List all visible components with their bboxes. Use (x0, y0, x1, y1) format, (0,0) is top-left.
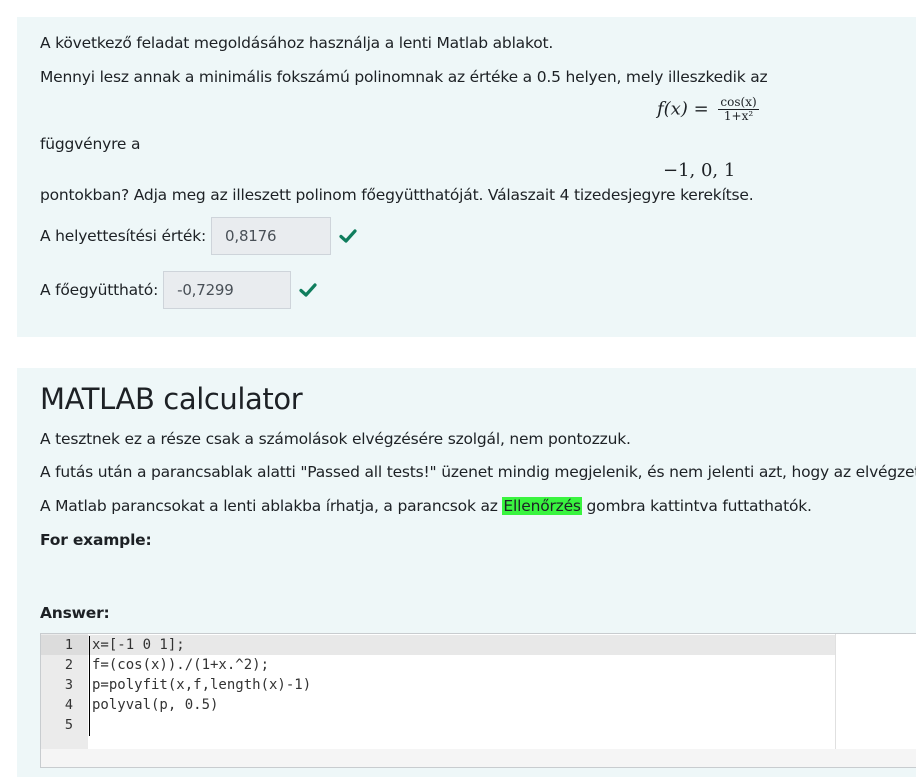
answer-row-value: A helyettesítési érték: 0,8176 (40, 216, 357, 256)
formula-denominator: 1+x² (718, 109, 759, 123)
coefficient-answer-field[interactable]: -0,7299 (163, 271, 292, 309)
line-number: 5 (64, 717, 73, 733)
question-text-3: pontokban? Adja meg az illeszett polinom… (40, 186, 754, 204)
line-number: 2 (64, 657, 73, 673)
question-panel: A következő feladat megoldásához használ… (17, 17, 916, 337)
text-cursor (89, 636, 90, 736)
code-line[interactable]: p=polyfit(x,f,length(x)-1) (92, 675, 311, 695)
answer-label-coefficient: A főegyüttható: (40, 281, 159, 299)
check-button-reference: Ellenőrzés (502, 497, 582, 515)
calculator-description-1: A tesztnek ez a része csak a számolások … (40, 430, 631, 448)
line-number: 3 (64, 677, 73, 693)
question-intro: A következő feladat megoldásához használ… (40, 34, 554, 52)
check-icon (339, 229, 357, 243)
question-text-2: függvényre a (40, 135, 141, 153)
answer-label: Answer: (40, 604, 110, 622)
formula: f(x) = cos(x) 1+x² (657, 96, 759, 123)
description-3-end: gombra kattintva futtathatók. (581, 497, 812, 515)
description-3-start: A Matlab parancsokat a lenti ablakba írh… (40, 497, 503, 515)
formula-lhs: f(x) = (657, 98, 709, 120)
active-line-highlight (88, 635, 835, 655)
formula-numerator: cos(x) (720, 95, 757, 109)
points-list: −1, 0, 1 (663, 160, 736, 181)
calculator-description-3: A Matlab parancsokat a lenti ablakba írh… (40, 496, 812, 516)
calculator-description-2: A futás után a parancsablak alatti "Pass… (40, 463, 916, 481)
code-line[interactable]: x=[-1 0 1]; (92, 635, 185, 655)
check-icon (299, 283, 317, 297)
code-line[interactable]: polyval(p, 0.5) (92, 695, 218, 715)
editor-margin (835, 634, 916, 749)
calculator-title: MATLAB calculator (40, 382, 303, 416)
line-number: 1 (64, 637, 73, 653)
code-editor[interactable]: 1 2 3 4 5 x=[-1 0 1]; f=(cos(x))./(1+x.^… (40, 633, 916, 768)
question-text: Mennyi lesz annak a minimális fokszámú p… (40, 68, 768, 86)
code-line[interactable]: f=(cos(x))./(1+x.^2); (92, 655, 269, 675)
for-example-label: For example: (40, 531, 152, 549)
answer-label-value: A helyettesítési érték: (40, 227, 207, 245)
answer-row-coefficient: A főegyüttható: -0,7299 (40, 270, 317, 310)
formula-fraction: cos(x) 1+x² (718, 95, 759, 123)
line-number: 4 (64, 697, 73, 713)
value-answer-field[interactable]: 0,8176 (211, 217, 332, 255)
matlab-calculator-panel: MATLAB calculator A tesztnek ez a része … (17, 368, 916, 777)
line-number-gutter: 1 2 3 4 5 (41, 634, 88, 749)
